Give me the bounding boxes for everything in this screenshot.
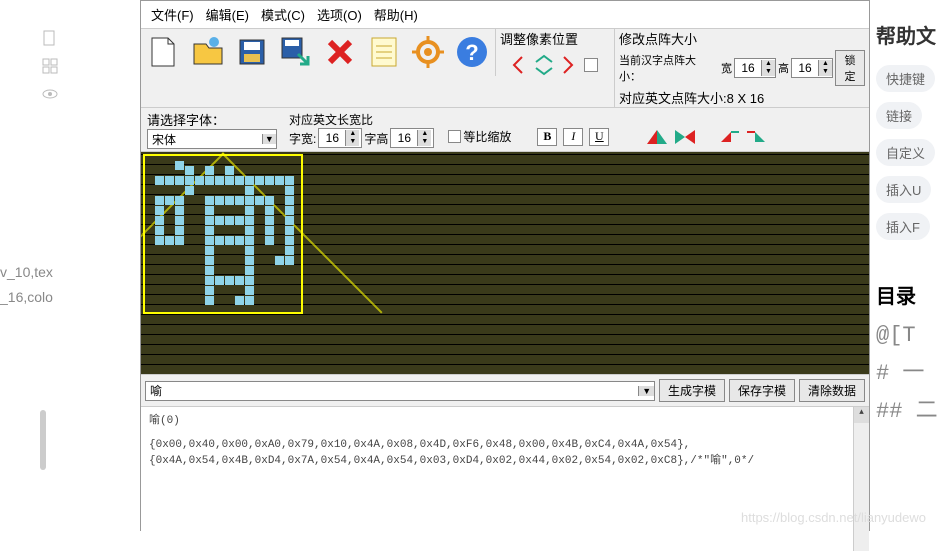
scale-label: 等比缩放 bbox=[463, 128, 511, 145]
pixel-adjust-title: 调整像素位置 bbox=[500, 29, 610, 48]
underline-button[interactable]: U bbox=[589, 128, 609, 146]
generate-button[interactable]: 生成字模 bbox=[659, 379, 725, 402]
clear-button[interactable]: 清除数据 bbox=[799, 379, 865, 402]
arrow-right-icon[interactable] bbox=[562, 55, 576, 75]
left-gutter: v_10,tex _16,colo bbox=[0, 0, 100, 531]
svg-text:?: ? bbox=[465, 40, 478, 65]
output-line1: {0x00,0x40,0x00,0xA0,0x79,0x10,0x4A,0x08… bbox=[149, 439, 861, 451]
tag-insert-u[interactable]: 插入U bbox=[876, 176, 931, 203]
height-spinner[interactable]: ▲▼ bbox=[791, 58, 833, 78]
left-label-1: v_10,tex bbox=[0, 260, 53, 285]
toc-l1[interactable]: @[T bbox=[876, 323, 940, 348]
char-height-spinner[interactable]: ▲▼ bbox=[390, 128, 434, 148]
sidebar-title: 帮助文 bbox=[876, 20, 940, 49]
toc-l2[interactable]: # 一 bbox=[876, 354, 940, 386]
right-sidebar: 帮助文 快捷键 链接 自定义 插入U 插入F 目录 @[T # 一 ## 二 bbox=[870, 0, 946, 531]
arrow-down-icon[interactable] bbox=[534, 66, 554, 76]
menu-mode[interactable]: 模式(C) bbox=[257, 3, 309, 26]
app-window: 文件(F) 编辑(E) 模式(C) 选项(O) 帮助(H) ? 调整像素位置 bbox=[140, 0, 870, 531]
rotate-r-icon[interactable] bbox=[745, 128, 769, 146]
pixel-reset-icon[interactable] bbox=[584, 58, 598, 72]
menu-help[interactable]: 帮助(H) bbox=[370, 3, 422, 26]
notes-icon[interactable] bbox=[363, 31, 405, 73]
left-scrollbar[interactable] bbox=[40, 410, 46, 470]
char-width-label: 字宽: bbox=[289, 130, 316, 147]
left-label-2: _16,colo bbox=[0, 285, 53, 310]
save-font-button[interactable]: 保存字模 bbox=[729, 379, 795, 402]
watermark: https://blog.csdn.net/lianyudewo bbox=[741, 510, 926, 525]
char-height-label: 字高 bbox=[364, 130, 388, 147]
arrow-up-icon[interactable] bbox=[534, 54, 554, 64]
save-icon[interactable] bbox=[231, 31, 273, 73]
help-icon[interactable]: ? bbox=[451, 31, 493, 73]
tag-shortcut[interactable]: 快捷键 bbox=[876, 65, 935, 92]
char-input-combo[interactable]: ▼ bbox=[145, 381, 655, 401]
toc-title: 目录 bbox=[876, 280, 940, 309]
flip-h-icon[interactable] bbox=[645, 128, 669, 146]
flip-v-icon[interactable] bbox=[673, 128, 697, 146]
font-label: 请选择字体： bbox=[147, 110, 277, 129]
toolbar-main: ? bbox=[141, 29, 495, 75]
saveas-icon[interactable] bbox=[275, 31, 317, 73]
doc-icon[interactable] bbox=[42, 30, 58, 46]
toc-l3[interactable]: ## 二 bbox=[876, 392, 940, 424]
font-combo[interactable]: ▼ bbox=[147, 129, 277, 149]
settings-icon[interactable] bbox=[407, 31, 449, 73]
menubar: 文件(F) 编辑(E) 模式(C) 选项(O) 帮助(H) bbox=[141, 1, 869, 29]
en-size-label: 对应英文点阵大小:8 X 16 bbox=[619, 88, 865, 107]
tag-link[interactable]: 链接 bbox=[876, 102, 922, 129]
lock-button[interactable]: 锁定 bbox=[835, 50, 865, 86]
height-label: 高 bbox=[778, 60, 789, 76]
grid-icon[interactable] bbox=[42, 58, 58, 74]
open-icon[interactable] bbox=[187, 31, 229, 73]
char-width-spinner[interactable]: ▲▼ bbox=[318, 128, 362, 148]
size-title: 修改点阵大小 bbox=[619, 29, 865, 48]
delete-icon[interactable] bbox=[319, 31, 361, 73]
ratio-label: 对应英文长宽比 bbox=[289, 111, 434, 128]
menu-edit[interactable]: 编辑(E) bbox=[202, 3, 253, 26]
width-spinner[interactable]: ▲▼ bbox=[734, 58, 776, 78]
new-icon[interactable] bbox=[143, 31, 185, 73]
menu-option[interactable]: 选项(O) bbox=[313, 3, 366, 26]
arrow-left-icon[interactable] bbox=[512, 55, 526, 75]
width-label: 宽 bbox=[721, 60, 732, 76]
output-textarea[interactable]: 喻(0) {0x00,0x40,0x00,0xA0,0x79,0x10,0x4A… bbox=[141, 406, 869, 551]
tag-insert-f[interactable]: 插入F bbox=[876, 213, 930, 240]
tag-custom[interactable]: 自定义 bbox=[876, 139, 935, 166]
eye-icon[interactable] bbox=[42, 86, 58, 102]
output-scrollbar[interactable]: ▴ bbox=[853, 407, 869, 551]
menu-file[interactable]: 文件(F) bbox=[147, 3, 198, 26]
output-line2: {0x4A,0x54,0x4B,0xD4,0x7A,0x54,0x4A,0x54… bbox=[149, 451, 861, 467]
current-size-label: 当前汉字点阵大小： bbox=[619, 52, 709, 84]
bold-button[interactable]: B bbox=[537, 128, 557, 146]
italic-button[interactable]: I bbox=[563, 128, 583, 146]
pixel-grid[interactable] bbox=[141, 152, 869, 374]
scale-checkbox[interactable] bbox=[448, 130, 461, 143]
output-header: 喻(0) bbox=[149, 411, 861, 427]
rotate-l-icon[interactable] bbox=[717, 128, 741, 146]
